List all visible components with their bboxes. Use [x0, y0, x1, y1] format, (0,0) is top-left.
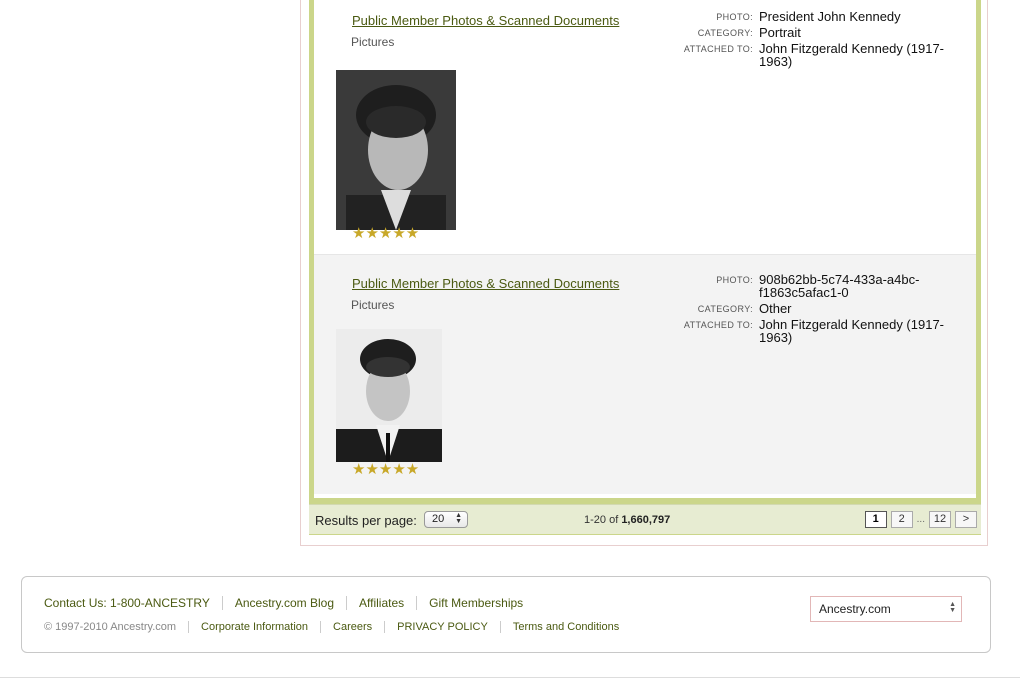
record-subtitle: Pictures	[351, 298, 395, 312]
portrait-image	[336, 70, 456, 230]
page-links: 1 2 ... 12 >	[864, 511, 977, 528]
attached-to-value: John Fitzgerald Kennedy (1917-1963)	[759, 317, 945, 345]
list-item: Public Member Photos & Scanned Documents…	[314, 255, 976, 494]
results-per-page-select[interactable]: 20 ▲ ▼	[424, 511, 468, 528]
privacy-policy-link[interactable]: PRIVACY POLICY	[384, 621, 500, 633]
list-item: Public Member Photos & Scanned Documents…	[314, 0, 976, 255]
record-title-link[interactable]: Public Member Photos & Scanned Documents	[352, 276, 619, 291]
page-12-link[interactable]: 12	[929, 511, 951, 528]
page-2-link[interactable]: 2	[890, 511, 913, 528]
select-arrows-icon: ▲ ▼	[949, 601, 956, 614]
category-value: Portrait	[759, 25, 801, 40]
affiliates-link[interactable]: Affiliates	[346, 596, 416, 610]
record-subtitle: Pictures	[351, 35, 395, 49]
photo-label: PHOTO:	[716, 12, 753, 22]
site-selector-value: Ancestry.com	[819, 602, 891, 616]
attached-to-label: ATTACHED TO:	[683, 44, 753, 54]
pagination-bar: Results per page: 20 ▲ ▼ 1-20 of 1,660,79…	[309, 504, 981, 535]
results-range: 1-20 of 1,660,797	[584, 514, 670, 526]
next-page-button[interactable]: >	[955, 511, 977, 528]
photo-thumbnail[interactable]	[336, 70, 456, 230]
photo-label: PHOTO:	[716, 275, 753, 285]
results-panel: Public Member Photos & Scanned Documents…	[309, 0, 981, 504]
results-range-prefix: 1-20 of	[584, 514, 622, 526]
contact-us-link[interactable]: Contact Us: 1-800-ANCESTRY	[44, 596, 222, 610]
page-1-link[interactable]: 1	[864, 511, 887, 528]
attached-to-value: John Fitzgerald Kennedy (1917-1963)	[759, 41, 945, 69]
terms-link[interactable]: Terms and Conditions	[499, 621, 631, 633]
attached-to-label: ATTACHED TO:	[683, 320, 753, 330]
footer-links-primary: Contact Us: 1-800-ANCESTRY Ancestry.com …	[44, 596, 535, 610]
results-per-page-value: 20	[432, 513, 445, 525]
photo-value: President John Kennedy	[759, 9, 901, 24]
site-footer: Contact Us: 1-800-ANCESTRY Ancestry.com …	[21, 576, 991, 653]
photo-thumbnail[interactable]	[336, 329, 442, 462]
category-value: Other	[759, 301, 792, 316]
blog-link[interactable]: Ancestry.com Blog	[221, 596, 346, 610]
portrait-image	[336, 329, 442, 462]
page-bottom-divider	[0, 677, 1020, 678]
corporate-information-link[interactable]: Corporate Information	[188, 621, 320, 633]
site-selector[interactable]: Ancestry.com ▲ ▼	[810, 596, 962, 622]
record-details: PHOTO: 908b62bb-5c74-433a-a4bc-f1863c5af…	[679, 273, 959, 347]
results-per-page-label: Results per page:	[315, 513, 417, 528]
record-details: PHOTO: President John Kennedy CATEGORY: …	[679, 10, 959, 71]
page-ellipsis: ...	[916, 514, 925, 525]
results-total: 1,660,797	[621, 514, 671, 526]
footer-links-secondary: © 1997-2010 Ancestry.com Corporate Infor…	[44, 621, 631, 633]
gift-memberships-link[interactable]: Gift Memberships	[416, 596, 535, 610]
rating-stars[interactable]: ★★★★★	[352, 460, 419, 478]
rating-stars[interactable]: ★★★★★	[352, 224, 419, 242]
category-label: CATEGORY:	[697, 28, 753, 38]
results-list: Public Member Photos & Scanned Documents…	[314, 0, 976, 498]
select-arrows-icon: ▲ ▼	[455, 512, 462, 525]
copyright-text: © 1997-2010 Ancestry.com	[44, 621, 177, 633]
category-label: CATEGORY:	[697, 304, 753, 314]
record-title-link[interactable]: Public Member Photos & Scanned Documents	[352, 13, 619, 28]
photo-value: 908b62bb-5c74-433a-a4bc-f1863c5afac1-0	[759, 272, 920, 300]
careers-link[interactable]: Careers	[320, 621, 384, 633]
